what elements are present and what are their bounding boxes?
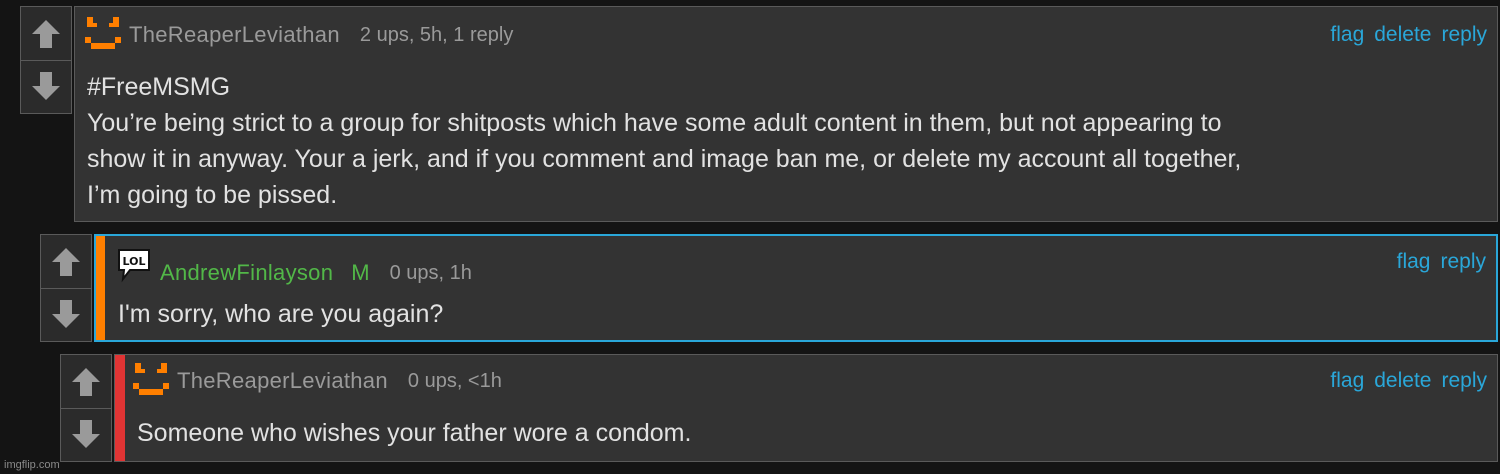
comment-meta: 0 ups, 1h	[389, 261, 472, 284]
flag-link[interactable]: flag	[1330, 23, 1364, 47]
comment-header: LOL AndrewFinlayson M 0 ups, 1h	[116, 244, 472, 286]
watermark: imgflip.com	[4, 459, 60, 471]
comment-2: LOL AndrewFinlayson M 0 ups, 1h flag rep…	[40, 234, 1498, 342]
reply-link[interactable]: reply	[1441, 369, 1487, 393]
comment-actions: flag delete reply	[1330, 23, 1487, 47]
downvote-button[interactable]	[21, 59, 71, 113]
comment-line: I’m going to be pissed.	[87, 181, 338, 209]
reply-link[interactable]: reply	[1441, 23, 1487, 47]
downvote-button[interactable]	[41, 287, 91, 341]
comment-header: TheReaperLeviathan 0 ups, <1h	[131, 361, 502, 401]
comment-line: You’re being strict to a group for shitp…	[87, 109, 1222, 137]
username[interactable]: AndrewFinlayson	[160, 260, 333, 286]
username[interactable]: TheReaperLeviathan	[129, 22, 340, 48]
reply-indicator-stripe	[115, 355, 125, 461]
mod-badge: M	[351, 260, 370, 285]
comment-line: Someone who wishes your father wore a co…	[137, 419, 692, 447]
comment-header: TheReaperLeviathan 2 ups, 5h, 1 reply	[83, 15, 513, 55]
vote-column	[60, 354, 112, 462]
upvote-button[interactable]	[21, 7, 71, 61]
vote-column	[40, 234, 92, 342]
comment-line: I'm sorry, who are you again?	[118, 300, 444, 328]
comment-panel: TheReaperLeviathan 2 ups, 5h, 1 reply fl…	[74, 6, 1498, 222]
lol-text: LOL	[123, 255, 146, 268]
comment-actions: flag delete reply	[1330, 369, 1487, 393]
reply-link[interactable]: reply	[1440, 250, 1486, 274]
comment-meta: 0 ups, <1h	[407, 369, 502, 392]
comment-meta: 2 ups, 5h, 1 reply	[359, 23, 514, 46]
downvote-button[interactable]	[61, 407, 111, 461]
arrow-down-icon	[32, 72, 60, 100]
arrow-up-icon	[32, 19, 60, 48]
comment-1: TheReaperLeviathan 2 ups, 5h, 1 reply fl…	[20, 6, 1498, 222]
comment-panel: LOL AndrewFinlayson M 0 ups, 1h flag rep…	[94, 234, 1498, 342]
arrow-down-icon	[52, 300, 80, 328]
comment-line: #FreeMSMG	[87, 73, 231, 101]
upvote-button[interactable]	[61, 355, 111, 409]
comment-3: TheReaperLeviathan 0 ups, <1h flag delet…	[60, 354, 1498, 462]
upvote-button[interactable]	[41, 235, 91, 289]
arrow-up-icon	[72, 367, 100, 396]
reply-indicator-stripe	[96, 236, 105, 340]
comment-body: #FreeMSMG You’re being strict to a group…	[87, 69, 1241, 213]
comment-line: show it in anyway. Your a jerk, and if y…	[87, 145, 1242, 173]
username[interactable]: TheReaperLeviathan	[177, 368, 388, 394]
arrow-up-icon	[52, 247, 80, 276]
flag-link[interactable]: flag	[1397, 250, 1431, 274]
delete-link[interactable]: delete	[1374, 369, 1431, 393]
smiley-avatar-icon[interactable]	[131, 361, 171, 401]
vote-column	[20, 6, 72, 114]
comment-actions: flag reply	[1397, 250, 1486, 274]
comment-body: I'm sorry, who are you again?	[118, 296, 443, 332]
comment-body: Someone who wishes your father wore a co…	[137, 415, 691, 451]
comments-page: TheReaperLeviathan 2 ups, 5h, 1 reply fl…	[0, 0, 1500, 474]
flag-link[interactable]: flag	[1330, 369, 1364, 393]
delete-link[interactable]: delete	[1374, 23, 1431, 47]
smiley-avatar-icon[interactable]	[83, 15, 123, 55]
comment-panel: TheReaperLeviathan 0 ups, <1h flag delet…	[114, 354, 1498, 462]
lol-speech-bubble-avatar-icon[interactable]: LOL	[116, 246, 154, 284]
arrow-down-icon	[72, 420, 100, 448]
